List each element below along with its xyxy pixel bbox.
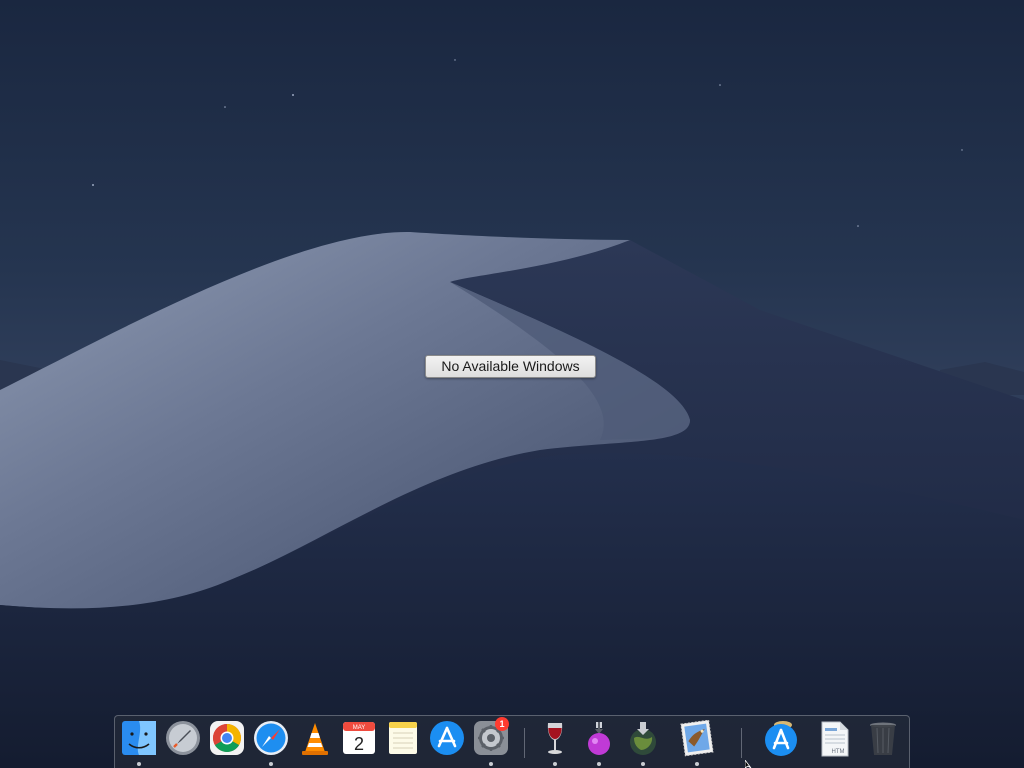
dock-item-document[interactable]: HTM xyxy=(814,720,854,764)
dock-item-chrome[interactable] xyxy=(207,720,247,764)
eagle-stamp-icon xyxy=(680,720,714,757)
dock-item-preview[interactable] xyxy=(677,720,717,766)
globe-download-icon xyxy=(630,722,656,755)
dock-item-notes[interactable] xyxy=(383,720,423,764)
system-preferences-running-indicator xyxy=(489,762,493,766)
desert-dune-wallpaper xyxy=(0,0,1024,768)
no-available-windows-label: No Available Windows xyxy=(425,355,596,378)
potion-flask-icon xyxy=(588,722,610,755)
mouse-cursor-icon xyxy=(745,760,752,768)
traffic-cone-icon xyxy=(302,723,328,755)
document-type-label: HTM xyxy=(832,749,845,755)
finder-icon xyxy=(122,721,156,755)
preview-running-indicator xyxy=(695,762,699,766)
rocket-icon xyxy=(166,721,200,755)
dock: MAY 2 1 HTM xyxy=(114,715,910,768)
finder-running-indicator xyxy=(137,762,141,766)
dock-item-installer[interactable] xyxy=(579,720,619,766)
safari-running-indicator xyxy=(269,762,273,766)
notes-icon xyxy=(389,722,417,754)
dock-item-system-preferences[interactable]: 1 xyxy=(471,717,511,766)
wine-glass-icon xyxy=(547,723,563,754)
dock-item-app-store[interactable] xyxy=(427,720,467,764)
dock-item-wine[interactable] xyxy=(535,720,575,766)
download-globe-running-indicator xyxy=(641,762,645,766)
calendar-icon: MAY 2 xyxy=(343,722,375,754)
compass-icon xyxy=(254,721,288,755)
dock-item-calendar[interactable]: MAY 2 xyxy=(339,720,379,764)
dock-separator xyxy=(741,728,742,758)
chrome-icon xyxy=(210,721,244,755)
dock-item-safari[interactable] xyxy=(251,720,291,766)
desktop[interactable]: No Available Windows MAY 2 1 HTM xyxy=(0,0,1024,768)
dock-item-app-store-downloads[interactable] xyxy=(761,720,801,764)
dock-item-launchpad[interactable] xyxy=(163,720,203,764)
installer-running-indicator xyxy=(597,762,601,766)
dock-item-trash[interactable] xyxy=(863,720,903,764)
app-store-icon xyxy=(430,721,464,755)
notification-badge: 1 xyxy=(495,717,509,731)
trash-icon xyxy=(870,722,896,755)
app-store-icon xyxy=(765,721,797,756)
calendar-day: 2 xyxy=(354,734,364,754)
dock-separator xyxy=(524,728,525,758)
document-icon: HTM xyxy=(821,721,849,757)
dock-item-vlc[interactable] xyxy=(295,720,335,764)
dock-item-finder[interactable] xyxy=(119,720,159,766)
dock-item-download-globe[interactable] xyxy=(623,720,663,766)
calendar-month: MAY xyxy=(353,725,366,731)
wine-running-indicator xyxy=(553,762,557,766)
